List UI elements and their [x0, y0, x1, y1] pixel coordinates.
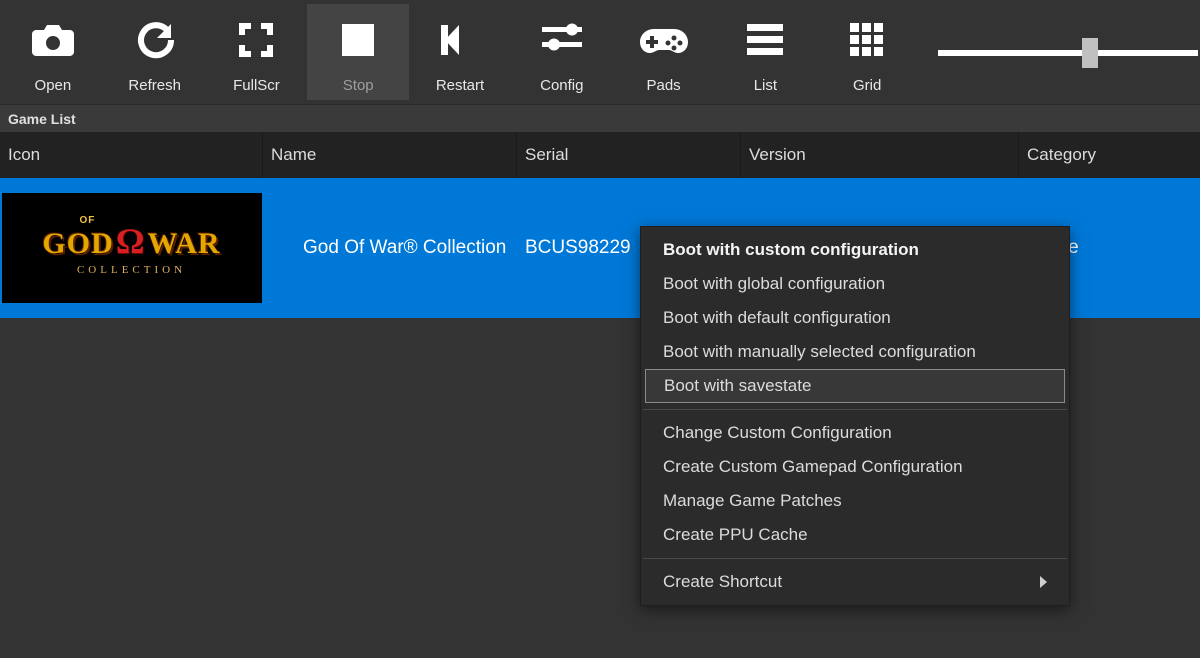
menu-create-shortcut[interactable]: Create Shortcut: [641, 565, 1069, 599]
col-header-version-label: Version: [749, 145, 806, 165]
menu-create-gamepad-config[interactable]: Create Custom Gamepad Configuration: [641, 450, 1069, 484]
game-serial: BCUS98229: [525, 237, 631, 259]
thumb-main1: GOD: [42, 227, 113, 261]
menu-boot-default[interactable]: Boot with default configuration: [641, 301, 1069, 335]
list-icon: [747, 17, 783, 63]
refresh-icon: [135, 17, 175, 63]
list-button[interactable]: List: [714, 4, 816, 100]
config-label: Config: [540, 77, 583, 94]
pads-button[interactable]: Pads: [613, 4, 715, 100]
thumb-of: OF: [80, 215, 96, 226]
menu-separator: [643, 409, 1067, 410]
thumb-main2: WAR: [148, 227, 221, 261]
menu-boot-global[interactable]: Boot with global configuration: [641, 267, 1069, 301]
icon-size-slider[interactable]: [938, 34, 1198, 70]
thumb-sub: COLLECTION: [77, 264, 186, 276]
menu-create-ppu-cache-label: Create PPU Cache: [663, 525, 808, 545]
menu-create-shortcut-label: Create Shortcut: [663, 572, 782, 592]
menu-boot-custom[interactable]: Boot with custom configuration: [641, 233, 1069, 267]
open-button[interactable]: Open: [2, 4, 104, 100]
grid-label: Grid: [853, 77, 881, 94]
list-title: Game List: [8, 111, 76, 127]
col-header-name[interactable]: Name: [263, 132, 517, 178]
col-header-version[interactable]: Version: [741, 132, 1019, 178]
col-header-icon-label: Icon: [8, 145, 40, 165]
config-button[interactable]: Config: [511, 4, 613, 100]
menu-separator: [643, 558, 1067, 559]
open-label: Open: [35, 77, 72, 94]
sliders-icon: [542, 17, 582, 63]
menu-boot-global-label: Boot with global configuration: [663, 274, 885, 294]
fullscr-label: FullScr: [233, 77, 280, 94]
menu-boot-default-label: Boot with default configuration: [663, 308, 891, 328]
col-header-serial[interactable]: Serial: [517, 132, 741, 178]
context-menu: Boot with custom configuration Boot with…: [640, 226, 1070, 606]
restart-button[interactable]: Restart: [409, 4, 511, 100]
menu-manage-patches[interactable]: Manage Game Patches: [641, 484, 1069, 518]
restart-label: Restart: [436, 77, 484, 94]
game-thumbnail: OF GOD Ω WAR COLLECTION: [2, 193, 262, 303]
game-icon-cell: OF GOD Ω WAR COLLECTION: [0, 178, 263, 318]
col-header-category[interactable]: Category: [1019, 132, 1200, 178]
stop-icon: [340, 17, 376, 63]
columns-header: Icon Name Serial Version Category: [0, 132, 1200, 178]
submenu-arrow-icon: [1040, 576, 1047, 588]
col-header-icon[interactable]: Icon: [0, 132, 263, 178]
menu-boot-manual-label: Boot with manually selected configuratio…: [663, 342, 976, 362]
refresh-label: Refresh: [128, 77, 181, 94]
fullscr-button[interactable]: FullScr: [206, 4, 308, 100]
thumb-omega: Ω: [116, 220, 146, 262]
game-name-cell: God Of War® Collection: [263, 178, 517, 318]
col-header-category-label: Category: [1027, 145, 1096, 165]
camera-icon: [32, 17, 74, 63]
pads-label: Pads: [646, 77, 680, 94]
menu-boot-savestate[interactable]: Boot with savestate: [645, 369, 1065, 403]
grid-icon: [850, 17, 884, 63]
stop-button[interactable]: Stop: [307, 4, 409, 100]
menu-create-gamepad-config-label: Create Custom Gamepad Configuration: [663, 457, 963, 477]
menu-boot-savestate-label: Boot with savestate: [664, 376, 811, 396]
list-label: List: [754, 77, 777, 94]
gamepad-icon: [640, 17, 688, 63]
stop-label: Stop: [343, 77, 374, 94]
fullscreen-icon: [237, 17, 275, 63]
col-header-serial-label: Serial: [525, 145, 568, 165]
menu-boot-custom-label: Boot with custom configuration: [663, 240, 919, 260]
menu-change-custom-config-label: Change Custom Configuration: [663, 423, 892, 443]
main-toolbar: Open Refresh FullScr Stop Restart Config: [0, 0, 1200, 104]
game-name: God Of War® Collection: [303, 235, 506, 262]
icon-size-slider-wrap: [918, 34, 1198, 70]
menu-change-custom-config[interactable]: Change Custom Configuration: [641, 416, 1069, 450]
refresh-button[interactable]: Refresh: [104, 4, 206, 100]
restart-icon: [441, 17, 479, 63]
menu-create-ppu-cache[interactable]: Create PPU Cache: [641, 518, 1069, 552]
list-title-bar: Game List: [0, 104, 1200, 132]
slider-thumb[interactable]: [1082, 38, 1098, 68]
menu-manage-patches-label: Manage Game Patches: [663, 491, 842, 511]
grid-button[interactable]: Grid: [816, 4, 918, 100]
col-header-name-label: Name: [271, 145, 316, 165]
slider-track: [938, 50, 1198, 56]
menu-boot-manual[interactable]: Boot with manually selected configuratio…: [641, 335, 1069, 369]
